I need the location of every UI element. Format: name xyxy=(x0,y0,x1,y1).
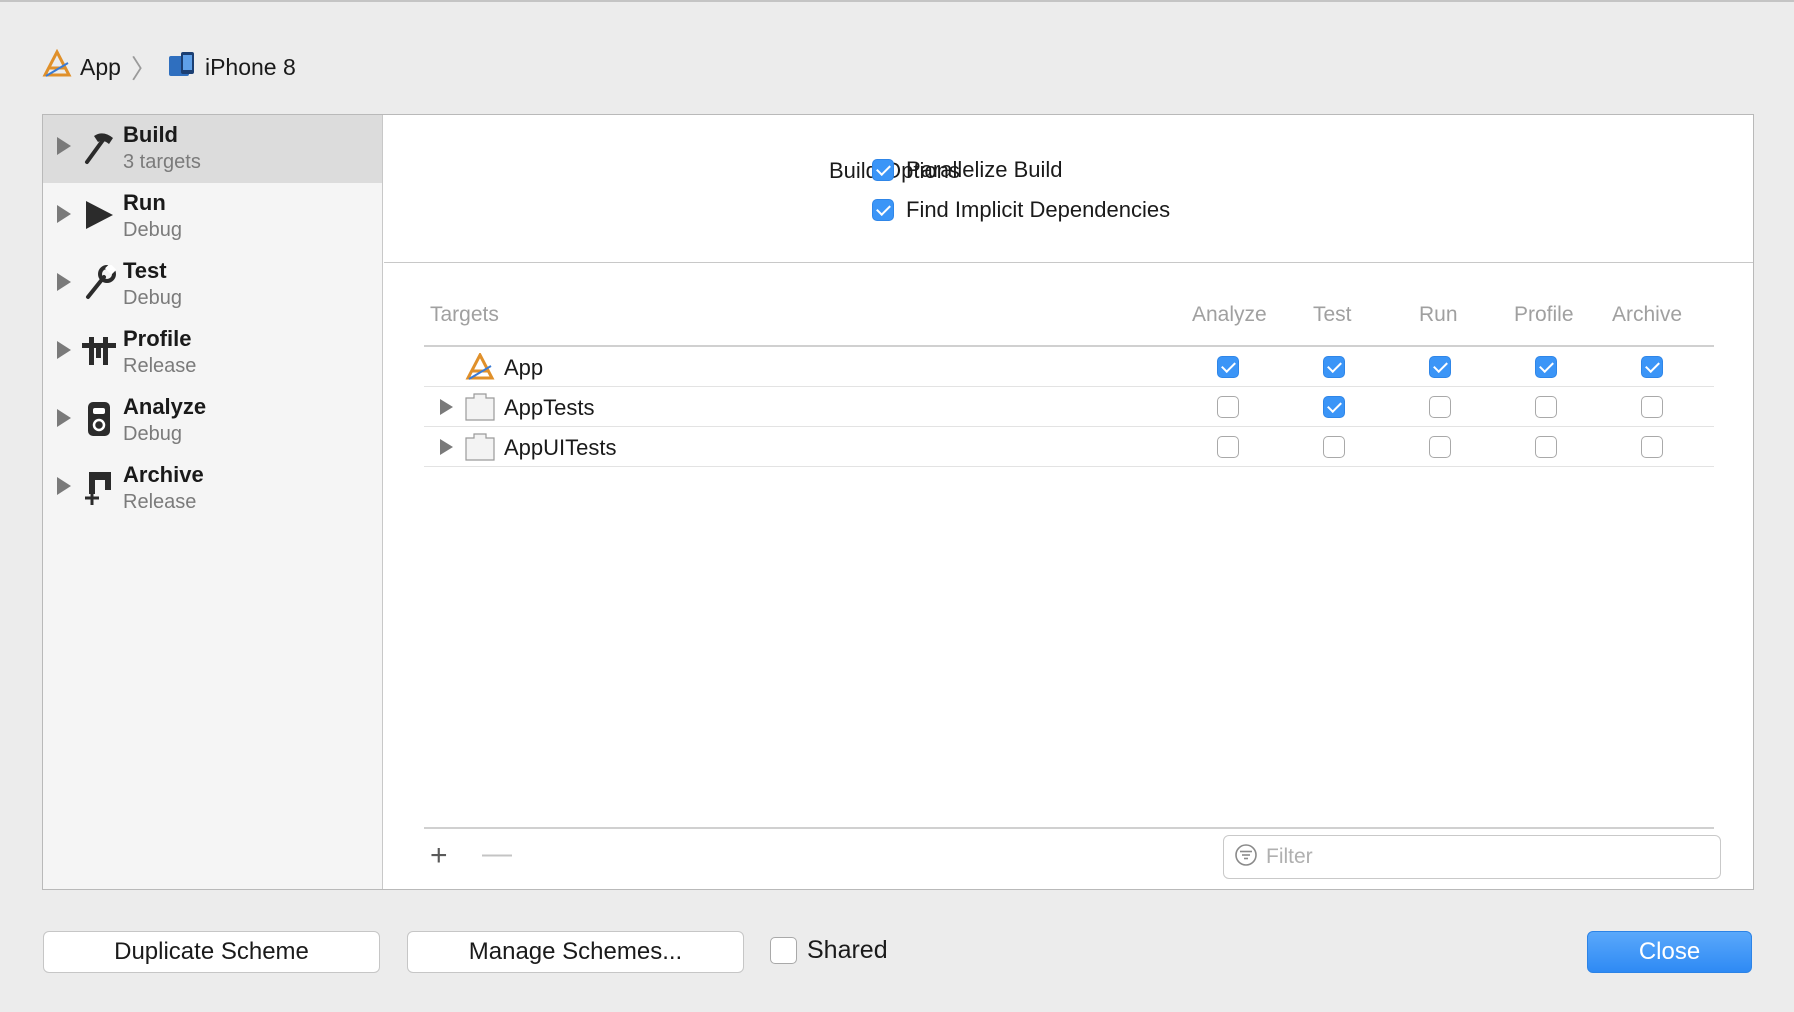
targets-table: Targets Analyze Test Run Profile Archive xyxy=(424,285,1714,467)
sidebar-item-subtitle: Debug xyxy=(123,219,182,241)
breadcrumb-device-label: iPhone 8 xyxy=(204,53,296,80)
sidebar-item-analyze[interactable]: Analyze Debug xyxy=(43,387,382,455)
sidebar-item-profile[interactable]: Profile Release xyxy=(43,319,382,387)
breadcrumb-app-label: App xyxy=(80,53,121,80)
profile-checkbox[interactable] xyxy=(1535,396,1557,418)
app-icon xyxy=(42,48,72,85)
filter-icon xyxy=(1234,843,1258,872)
breadcrumb-device[interactable]: iPhone 8 xyxy=(167,50,296,84)
disclosure-triangle-icon[interactable] xyxy=(57,205,71,223)
find-implicit-dependencies-option[interactable]: Find Implicit Dependencies xyxy=(872,197,1170,223)
targets-table-footer: + — xyxy=(424,827,1721,887)
build-options-section: Build Options Parallelize Build Find Imp… xyxy=(384,115,1753,263)
disclosure-triangle-icon[interactable] xyxy=(57,409,71,427)
close-button[interactable]: Close xyxy=(1587,931,1752,973)
analyze-checkbox[interactable] xyxy=(1217,436,1239,458)
sidebar-item-title: Run xyxy=(123,190,166,215)
header-test: Test xyxy=(1313,303,1352,326)
run-checkbox[interactable] xyxy=(1429,436,1451,458)
breadcrumb: App 〉 iPhone 8 xyxy=(42,48,296,86)
shared-checkbox[interactable] xyxy=(770,937,797,964)
analyze-checkbox[interactable] xyxy=(1217,356,1239,378)
targets-table-header: Targets Analyze Test Run Profile Archive xyxy=(424,285,1714,347)
sidebar-item-run[interactable]: Run Debug xyxy=(43,183,382,251)
header-analyze: Analyze xyxy=(1192,303,1267,326)
header-targets: Targets xyxy=(430,303,499,326)
sidebar-item-subtitle: 3 targets xyxy=(123,151,201,173)
test-checkbox[interactable] xyxy=(1323,436,1345,458)
sidebar-item-archive[interactable]: Archive Release xyxy=(43,455,382,523)
parallelize-build-label: Parallelize Build xyxy=(906,157,1063,182)
duplicate-scheme-button[interactable]: Duplicate Scheme xyxy=(43,931,380,973)
header-profile: Profile xyxy=(1514,303,1574,326)
disclosure-triangle-icon[interactable] xyxy=(57,341,71,359)
instruments-icon xyxy=(81,331,117,371)
play-icon xyxy=(81,195,117,235)
find-implicit-dependencies-label: Find Implicit Dependencies xyxy=(906,197,1171,222)
target-name: AppTests xyxy=(504,395,595,420)
sidebar-item-subtitle: Release xyxy=(123,491,197,513)
run-checkbox[interactable] xyxy=(1429,396,1451,418)
bundle-icon xyxy=(465,393,497,421)
profile-checkbox[interactable] xyxy=(1535,436,1557,458)
table-row[interactable]: AppUITests xyxy=(424,427,1714,467)
sidebar-item-build[interactable]: Build 3 targets xyxy=(43,115,382,183)
target-name: AppUITests xyxy=(504,435,617,460)
analyze-icon xyxy=(81,399,117,439)
filter-field[interactable] xyxy=(1223,835,1721,879)
sidebar-item-subtitle: Debug xyxy=(123,423,182,445)
sidebar-item-test[interactable]: Test Debug xyxy=(43,251,382,319)
analyze-checkbox[interactable] xyxy=(1217,396,1239,418)
breadcrumb-app[interactable]: App xyxy=(42,48,121,85)
archive-icon xyxy=(81,467,117,507)
disclosure-triangle-icon[interactable] xyxy=(57,137,71,155)
filter-input[interactable] xyxy=(1266,845,1706,869)
archive-checkbox[interactable] xyxy=(1641,436,1663,458)
archive-checkbox[interactable] xyxy=(1641,396,1663,418)
iphone-icon xyxy=(167,50,197,84)
shared-label: Shared xyxy=(807,936,888,964)
target-name: App xyxy=(504,355,544,380)
test-checkbox[interactable] xyxy=(1323,356,1345,378)
disclosure-triangle-icon[interactable] xyxy=(57,477,71,495)
parallelize-build-checkbox[interactable] xyxy=(872,159,894,181)
sidebar-item-title: Archive xyxy=(123,462,204,487)
shared-option[interactable]: Shared xyxy=(770,936,888,965)
sidebar-item-title: Build xyxy=(123,122,178,147)
table-row[interactable]: App xyxy=(424,347,1714,387)
sidebar-item-subtitle: Release xyxy=(123,355,197,377)
app-icon xyxy=(465,351,497,381)
run-checkbox[interactable] xyxy=(1429,356,1451,378)
add-target-button[interactable]: + xyxy=(430,839,448,873)
scheme-editor-window: App 〉 iPhone 8 Build 3 targets Run Debug… xyxy=(0,0,1794,1012)
breadcrumb-chevron-icon: 〉 xyxy=(130,53,157,84)
sidebar-item-title: Analyze xyxy=(123,394,207,419)
remove-target-button[interactable]: — xyxy=(482,837,512,871)
sidebar-item-subtitle: Debug xyxy=(123,287,182,309)
test-checkbox[interactable] xyxy=(1323,396,1345,418)
table-row[interactable]: AppTests xyxy=(424,387,1714,427)
archive-checkbox[interactable] xyxy=(1641,356,1663,378)
header-archive: Archive xyxy=(1612,303,1683,326)
bundle-icon xyxy=(465,433,497,461)
manage-schemes-button[interactable]: Manage Schemes... xyxy=(407,931,744,973)
find-implicit-dependencies-checkbox[interactable] xyxy=(872,199,894,221)
sidebar-item-title: Test xyxy=(123,258,167,283)
scheme-panel: Build 3 targets Run Debug Test Debug Pro… xyxy=(42,114,1754,890)
sidebar-item-title: Profile xyxy=(123,326,192,351)
parallelize-build-option[interactable]: Parallelize Build xyxy=(872,157,1063,183)
hammer-icon xyxy=(81,127,117,167)
disclosure-triangle-icon[interactable] xyxy=(57,273,71,291)
build-settings-content: Build Options Parallelize Build Find Imp… xyxy=(384,115,1753,889)
disclosure-triangle-icon[interactable] xyxy=(440,439,453,455)
disclosure-triangle-icon[interactable] xyxy=(440,399,453,415)
wrench-icon xyxy=(81,263,117,303)
profile-checkbox[interactable] xyxy=(1535,356,1557,378)
header-run: Run xyxy=(1419,303,1458,326)
scheme-actions-sidebar: Build 3 targets Run Debug Test Debug Pro… xyxy=(43,115,383,889)
